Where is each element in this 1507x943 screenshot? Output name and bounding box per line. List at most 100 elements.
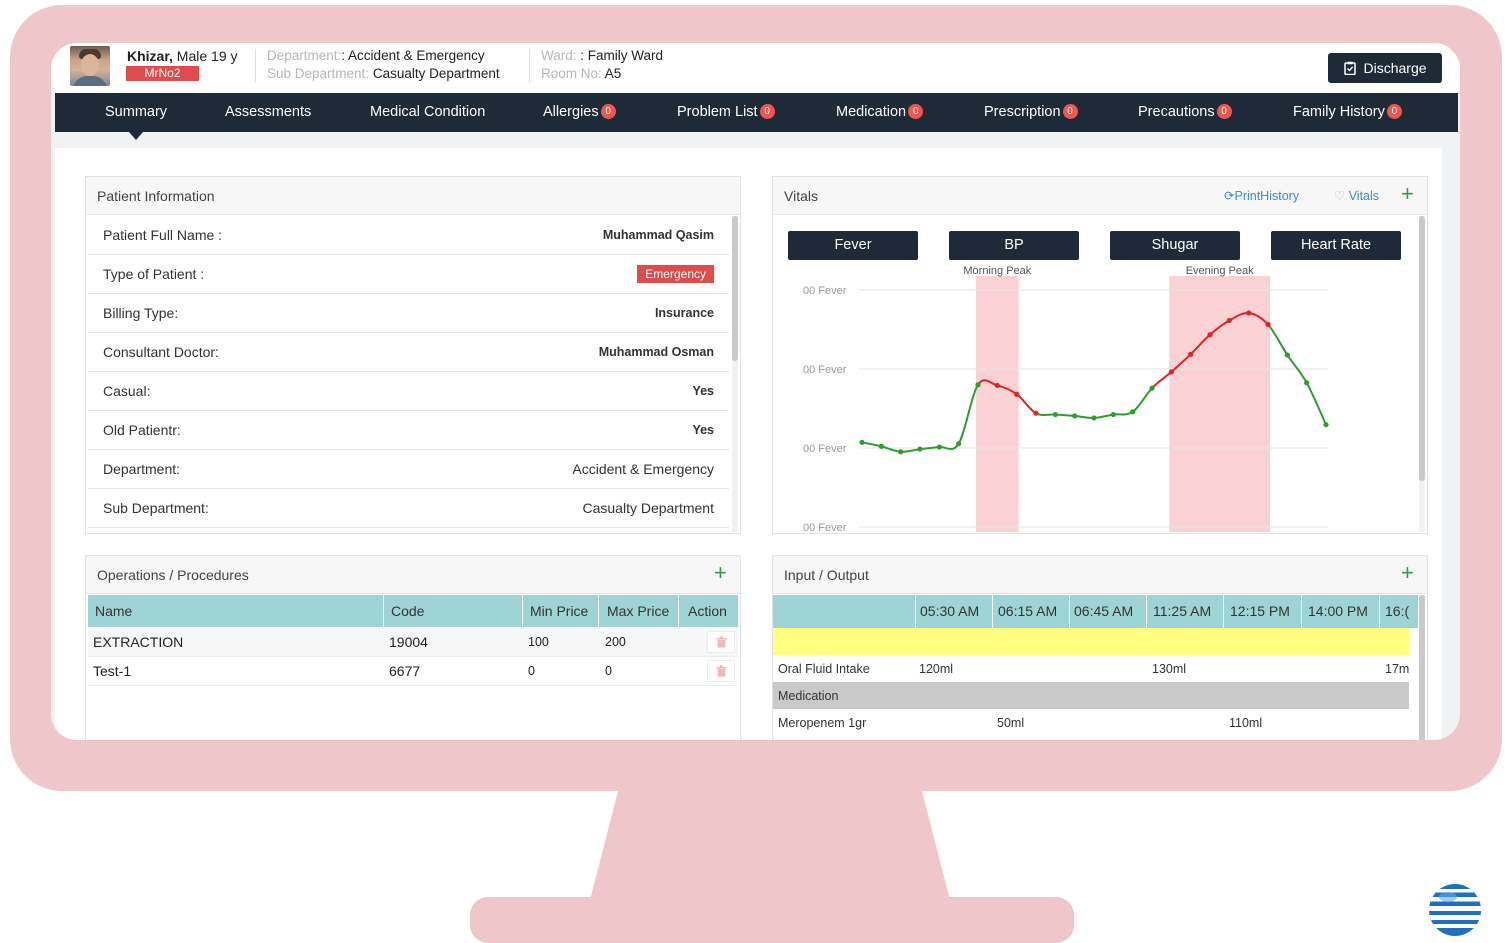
scrollbar[interactable] <box>1419 595 1425 740</box>
column-header: Action <box>688 603 727 619</box>
vital-button-bp[interactable]: BP <box>949 231 1079 260</box>
column-divider <box>598 595 599 627</box>
scrollbar[interactable] <box>732 216 738 532</box>
main-nav: Summary Assessments Medical Condition Al… <box>55 93 1458 132</box>
data-point <box>975 382 981 388</box>
op-min-price: 100 <box>528 635 549 649</box>
info-label: Type of Patient : <box>103 266 205 282</box>
info-label: Old Patientr: <box>103 422 181 438</box>
patient-type-badge: Emergency <box>637 265 714 283</box>
peak-label: Morning Peak <box>963 266 1031 277</box>
tab-medical-condition[interactable]: Medical Condition <box>370 93 485 132</box>
scrollbar-thumb[interactable] <box>1419 216 1425 481</box>
io-value: 120ml <box>919 662 954 676</box>
tab-family-history[interactable]: Family History 0 <box>1293 93 1402 132</box>
tab-prescription[interactable]: Prescription 0 <box>984 93 1078 132</box>
header-divider <box>529 49 530 83</box>
info-label: Casual: <box>103 383 151 399</box>
department-value: : Accident & Emergency <box>341 48 485 63</box>
tab-label: Family History <box>1293 104 1385 120</box>
info-row: Department: Accident & Emergency <box>88 450 729 489</box>
info-value: Muhammad Osman <box>598 345 714 359</box>
sub-department-value: Casualty Department <box>369 66 500 81</box>
monitor-stand-neck <box>590 788 950 900</box>
add-operation-button[interactable]: + <box>714 562 727 584</box>
data-point <box>1091 415 1097 421</box>
add-vitals-button[interactable]: + <box>1401 183 1414 205</box>
series-line-segment <box>1074 414 1095 419</box>
vital-button-heart-rate[interactable]: Heart Rate <box>1271 231 1401 260</box>
tab-precautions[interactable]: Precautions 0 <box>1138 93 1232 132</box>
peak-label: Evening Peak <box>1186 266 1254 277</box>
column-divider <box>383 595 384 627</box>
panel-header: Patient Information <box>86 177 740 215</box>
peak-band <box>976 276 1019 532</box>
discharge-button[interactable]: Discharge <box>1328 53 1442 83</box>
info-value: Insurance <box>654 306 714 320</box>
scrollbar-thumb[interactable] <box>1419 595 1425 740</box>
info-value: Muhammad Qasim <box>602 228 714 242</box>
tab-summary[interactable]: Summary <box>105 93 167 132</box>
tab-assessments[interactable]: Assessments <box>225 93 311 132</box>
data-point <box>1226 317 1232 324</box>
time-header: 06:45 AM <box>1074 603 1134 619</box>
panel-title: Vitals <box>784 188 818 204</box>
delete-button[interactable] <box>707 631 735 653</box>
column-divider <box>1069 595 1070 628</box>
tab-problem-list[interactable]: Problem List 0 <box>677 93 775 132</box>
print-history-label: PrintHistory <box>1234 189 1300 203</box>
patient-gender-age: Male 19 y <box>172 48 238 64</box>
delete-button[interactable] <box>707 660 735 682</box>
data-point <box>917 446 923 452</box>
add-io-button[interactable]: + <box>1401 562 1414 584</box>
series-line-segment <box>1267 323 1289 356</box>
data-point <box>1265 321 1271 328</box>
vital-button-fever[interactable]: Fever <box>788 231 918 260</box>
panel-header: Vitals ⟳PrintHistory ♡ Vitals + <box>773 177 1427 215</box>
series-line-segment <box>1016 393 1037 415</box>
mrno-badge: MrNo2 <box>126 66 199 81</box>
tab-label: Problem List <box>677 104 758 120</box>
vital-button-sugar[interactable]: Shugar <box>1110 231 1240 260</box>
tab-allergies[interactable]: Allergies 0 <box>543 93 616 132</box>
series-line-segment <box>1035 412 1056 416</box>
info-row: Patient Full Name : Muhammad Qasim <box>88 216 729 255</box>
column-divider <box>522 595 523 627</box>
column-header: Code <box>391 603 425 619</box>
data-point <box>1033 410 1039 416</box>
data-point <box>1207 332 1213 338</box>
io-value: 50ml <box>997 716 1025 730</box>
tab-label: Medical Condition <box>370 104 486 120</box>
input-output-panel: Input / Output + 05:30 AM 06:15 AM 06:45… <box>772 555 1428 740</box>
data-point <box>1014 391 1020 397</box>
scrollbar-thumb[interactable] <box>732 216 738 361</box>
vitals-chart: Morning Peak Evening Peak 00 Fever 00 Fever… <box>803 266 1329 532</box>
department-key: Department: <box>267 48 342 63</box>
column-header: Min Price <box>530 603 589 619</box>
info-row: Consultant Doctor: Muhammad Osman <box>88 333 729 372</box>
print-history-link[interactable]: ⟳PrintHistory <box>1224 188 1299 203</box>
count-badge: 0 <box>1062 104 1078 119</box>
series-line-segment <box>957 384 979 445</box>
info-value: Yes <box>692 384 714 398</box>
tab-label: Assessments <box>225 104 312 120</box>
vitals-link[interactable]: ♡ Vitals <box>1334 188 1379 203</box>
io-section-row: Medication <box>773 682 1409 709</box>
series-line-segment <box>1132 387 1153 413</box>
tab-medication[interactable]: Medication 0 <box>836 93 924 132</box>
op-max-price: 200 <box>605 635 626 649</box>
data-point <box>1110 411 1116 418</box>
panel-header: Operations / Procedures + <box>86 556 740 594</box>
series-line-segment <box>1305 382 1327 426</box>
info-label: Consultant Doctor: <box>103 344 219 360</box>
time-header: 14:00 PM <box>1308 603 1368 619</box>
column-divider <box>678 595 679 627</box>
scrollbar[interactable] <box>1419 216 1425 532</box>
header-divider <box>255 49 256 83</box>
op-code: 19004 <box>389 634 428 650</box>
info-label: Sub Department: <box>103 500 209 516</box>
refresh-icon: ⟳ <box>1224 189 1235 203</box>
data-point <box>936 444 942 450</box>
clipboard-icon <box>1344 61 1357 75</box>
count-badge: 0 <box>600 104 616 119</box>
